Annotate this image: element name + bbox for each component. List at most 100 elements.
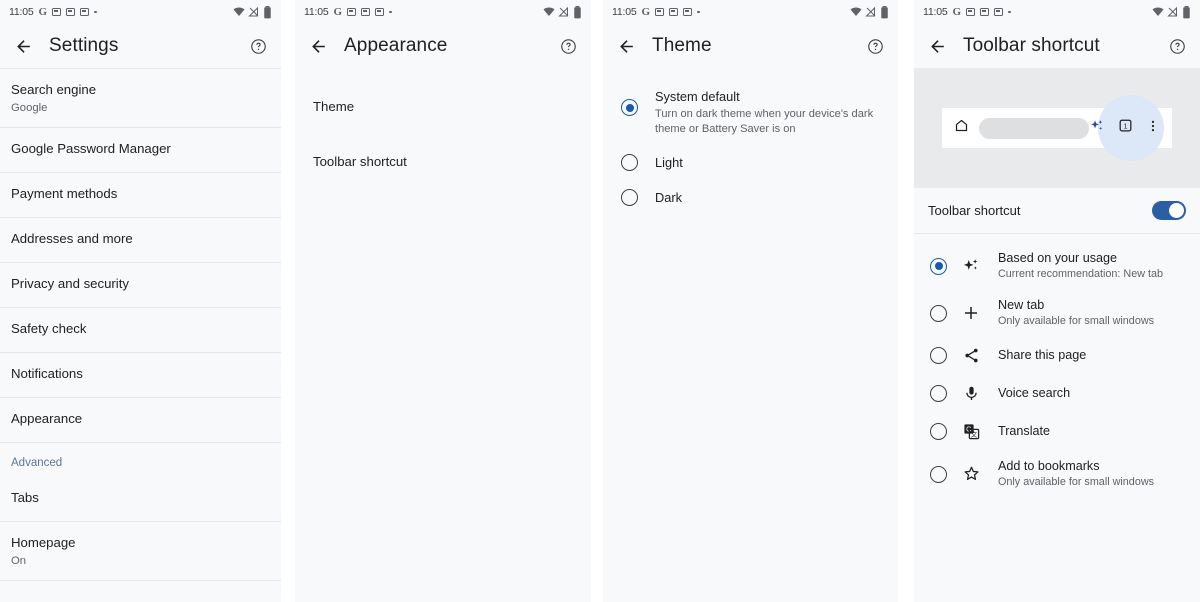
app-bar-theme: Theme [603, 24, 898, 68]
option-title: New tab [998, 298, 1045, 312]
status-time: 11:05 [923, 6, 948, 18]
toolbar-mock: 1 [942, 95, 1172, 161]
help-icon[interactable] [557, 35, 579, 57]
page-title: Theme [652, 35, 712, 56]
radio-button[interactable] [930, 347, 947, 364]
battery-icon [881, 5, 888, 18]
settings-row-payment-methods[interactable]: Payment methods [0, 173, 281, 217]
app-bar-settings: Settings [0, 24, 281, 68]
settings-row-tabs[interactable]: Tabs [0, 477, 281, 521]
settings-row-addresses-and-more[interactable]: Addresses and more [0, 218, 281, 262]
option-text: Translate [998, 423, 1050, 439]
option-title: Light [655, 154, 683, 170]
status-bar-left: 11:05 G [9, 6, 97, 18]
radio-button-selected[interactable] [621, 99, 638, 116]
back-arrow-icon[interactable] [307, 35, 329, 57]
row-title: Safety check [11, 321, 87, 336]
app-window-icon [994, 8, 1004, 16]
shortcut-option-new-tab[interactable]: New tab Only available for small windows [914, 289, 1200, 336]
status-overflow-dot [389, 10, 392, 14]
radio-button-selected[interactable] [930, 257, 947, 275]
option-subtitle: Only available for small windows [998, 315, 1155, 327]
back-arrow-icon[interactable] [926, 35, 948, 57]
back-arrow-icon[interactable] [12, 35, 34, 57]
signal-off-icon [248, 6, 259, 17]
screenshot-strip: 11:05 G Settings Search engine Google Go… [0, 0, 1200, 602]
star-outline-icon [960, 463, 982, 485]
status-bar-right [1152, 5, 1191, 19]
radio-button[interactable] [621, 154, 638, 171]
back-arrow-icon[interactable] [615, 35, 637, 57]
settings-row-safety-check[interactable]: Safety check [0, 308, 281, 352]
radio-button[interactable] [621, 189, 638, 206]
theme-option-light[interactable]: Light [603, 145, 898, 180]
option-title: Translate [998, 424, 1051, 438]
status-overflow-dot [94, 10, 97, 14]
panel-gap [281, 0, 295, 602]
row-title: Google Password Manager [11, 141, 171, 156]
option-text: New tab Only available for small windows [998, 297, 1154, 328]
google-icon: G [38, 6, 48, 18]
option-text: Dark [655, 190, 682, 206]
app-window-icon [361, 8, 371, 16]
svg-text:文: 文 [970, 429, 977, 438]
option-text: Based on your usage Current recommendati… [998, 250, 1163, 281]
status-bar-left: 11:05 G [612, 6, 700, 18]
radio-button[interactable] [930, 465, 947, 483]
shortcut-option-add-to-bookmarks[interactable]: Add to bookmarks Only available for smal… [914, 450, 1200, 497]
panel-theme: 11:05 G Theme System default Turn on dar… [603, 0, 898, 602]
status-bar: 11:05 G [603, 0, 898, 24]
status-time: 11:05 [304, 6, 329, 18]
theme-option-dark[interactable]: Dark [603, 180, 898, 215]
help-icon[interactable] [1166, 35, 1188, 57]
shortcut-option-voice-search[interactable]: Voice search [914, 374, 1200, 412]
status-overflow-dot [697, 10, 700, 14]
shortcut-option-based-on-your-usage[interactable]: Based on your usage Current recommendati… [914, 242, 1200, 289]
radio-button[interactable] [930, 304, 947, 322]
option-title: Voice search [998, 386, 1071, 400]
settings-row-google-password-manager[interactable]: Google Password Manager [0, 128, 281, 172]
svg-text:1: 1 [1124, 123, 1128, 130]
microphone-icon [960, 382, 982, 404]
row-subtitle: On [11, 555, 27, 567]
help-icon[interactable] [864, 35, 886, 57]
wifi-icon [1152, 7, 1164, 16]
row-title: Tabs [11, 490, 39, 505]
status-bar: 11:05 G [0, 0, 281, 24]
status-bar-right [850, 5, 889, 19]
settings-row-notifications[interactable]: Notifications [0, 353, 281, 397]
share-icon [960, 344, 982, 366]
toolbar-shortcut-toggle[interactable] [1152, 201, 1186, 220]
option-title: Add to bookmarks [998, 459, 1100, 473]
settings-row-appearance[interactable]: Appearance [0, 398, 281, 442]
settings-row-homepage[interactable]: Homepage On [0, 522, 281, 580]
row-title: Privacy and security [11, 276, 129, 291]
appearance-row-toolbar-shortcut[interactable]: Toolbar shortcut [295, 141, 591, 182]
app-window-icon [375, 8, 385, 16]
more-vertical-icon [1146, 119, 1160, 138]
panel-toolbar-shortcut: 11:05 G Toolbar shortcut 1 Toolbar short… [914, 0, 1200, 602]
settings-row-search-engine[interactable]: Search engine Google [0, 69, 281, 127]
shortcut-option-share-this-page[interactable]: Share this page [914, 336, 1200, 374]
shortcut-option-translate[interactable]: G 文 Translate [914, 412, 1200, 450]
row-title: Addresses and more [11, 231, 133, 246]
app-window-icon [683, 8, 693, 16]
sparkle-icon [960, 255, 982, 277]
app-window-icon [980, 8, 990, 16]
radio-button[interactable] [930, 423, 947, 440]
settings-section-advanced: Advanced [11, 457, 63, 469]
toolbar-preview: 1 [914, 68, 1200, 188]
row-spacer [295, 127, 591, 141]
theme-option-system-default[interactable]: System default Turn on dark theme when y… [603, 80, 898, 145]
radio-button[interactable] [930, 385, 947, 402]
appearance-row-theme[interactable]: Theme [295, 86, 591, 127]
settings-row-privacy-and-security[interactable]: Privacy and security [0, 263, 281, 307]
home-icon [954, 118, 969, 138]
google-icon: G [952, 6, 962, 18]
google-icon: G [641, 6, 651, 18]
wifi-icon [850, 7, 862, 16]
help-icon[interactable] [247, 35, 269, 57]
option-subtitle: Current recommendation: New tab [998, 268, 1164, 280]
toolbar-shortcut-toggle-row[interactable]: Toolbar shortcut [914, 188, 1200, 233]
signal-off-icon [1167, 6, 1178, 17]
